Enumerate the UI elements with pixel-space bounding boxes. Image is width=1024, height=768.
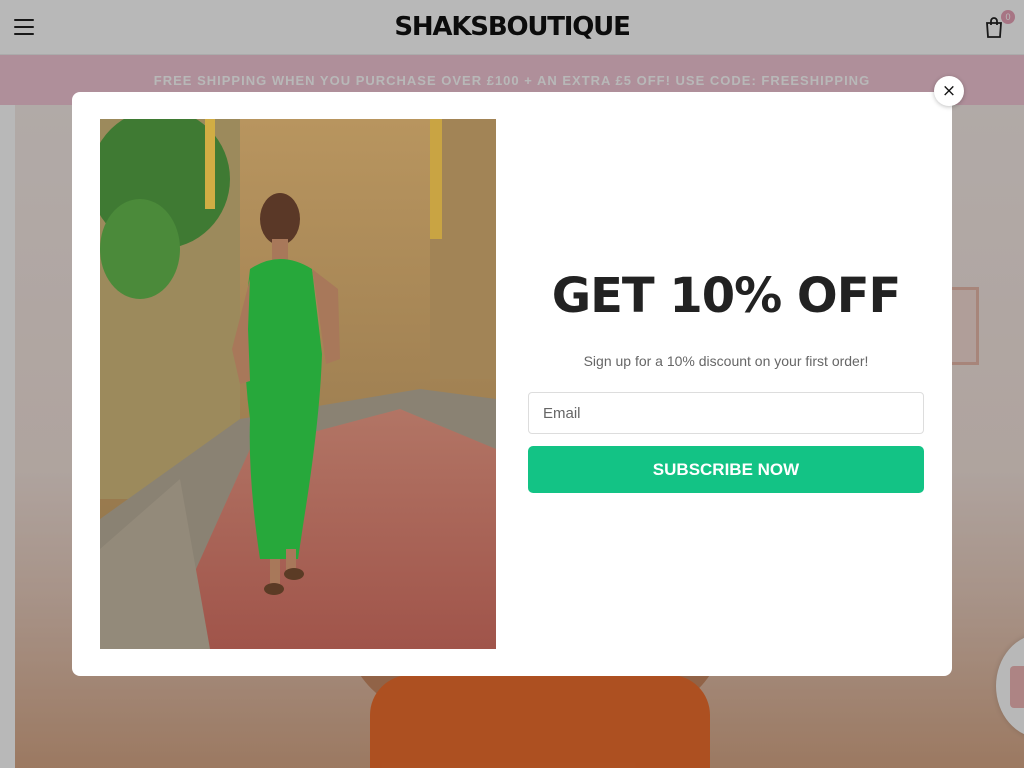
email-field[interactable] [528,392,924,434]
popup-headline: GET 10% OFF [551,268,902,324]
popup-image [100,119,496,649]
popup-subheadline: Sign up for a 10% discount on your first… [583,353,869,369]
newsletter-popup: GET 10% OFF Sign up for a 10% discount o… [72,92,952,676]
page: SHAKSBOUTIQUE 0 FREE SHIPPING WHEN YOU P… [0,0,1024,768]
model-photo-graphic [100,119,496,649]
subscribe-button[interactable]: SUBSCRIBE NOW [528,446,924,493]
close-icon[interactable]: × [934,76,964,106]
